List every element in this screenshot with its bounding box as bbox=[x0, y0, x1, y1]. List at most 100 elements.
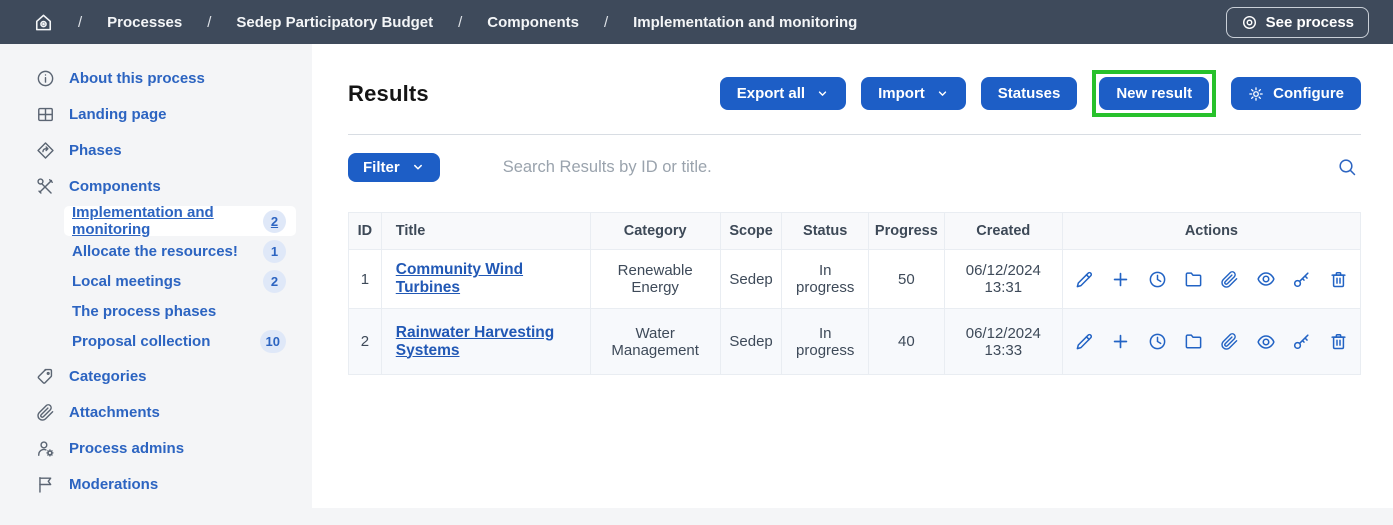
edit-pencil-icon[interactable] bbox=[1075, 332, 1095, 352]
sidebar-item-phases[interactable]: Phases bbox=[0, 132, 312, 168]
statuses-button[interactable]: Statuses bbox=[981, 77, 1078, 110]
cell-status: In progress bbox=[782, 309, 868, 375]
search-button[interactable] bbox=[1333, 157, 1361, 177]
phases-icon bbox=[36, 141, 55, 160]
chevron-down-icon bbox=[411, 160, 425, 174]
cell-status: In progress bbox=[782, 250, 868, 309]
cell-category: Water Management bbox=[590, 309, 720, 375]
eye-target-icon bbox=[1241, 14, 1258, 31]
sidebar-subitem-local-meetings[interactable]: Local meetings 2 bbox=[64, 266, 296, 296]
cell-created: 06/12/202413:33 bbox=[944, 309, 1062, 375]
permissions-key-icon[interactable] bbox=[1292, 332, 1312, 352]
sidebar-item-label: Attachments bbox=[69, 404, 160, 421]
breadcrumb-processes[interactable]: Processes bbox=[107, 14, 182, 31]
sidebar-item-label: Process admins bbox=[69, 440, 184, 457]
home-icon[interactable] bbox=[34, 13, 53, 32]
chevron-down-icon bbox=[816, 87, 829, 100]
subitem-label: Implementation and monitoring bbox=[72, 204, 263, 238]
cell-category: Renewable Energy bbox=[590, 250, 720, 309]
add-plus-icon[interactable] bbox=[1111, 332, 1131, 352]
sidebar-item-landing-page[interactable]: Landing page bbox=[0, 96, 312, 132]
preview-eye-icon[interactable] bbox=[1256, 332, 1276, 352]
app-window: / Processes / Sedep Participatory Budget… bbox=[0, 0, 1393, 525]
count-badge: 1 bbox=[263, 240, 286, 263]
add-plus-icon[interactable] bbox=[1111, 269, 1131, 289]
sidebar-subitem-proposal-collection[interactable]: Proposal collection 10 bbox=[64, 326, 296, 356]
sidebar-item-label: Phases bbox=[69, 142, 122, 159]
preview-eye-icon[interactable] bbox=[1256, 269, 1276, 289]
toolbar: Export all Import Statuses New result bbox=[720, 70, 1361, 117]
breadcrumb-current-component[interactable]: Implementation and monitoring bbox=[633, 14, 857, 31]
sidebar-item-about[interactable]: About this process bbox=[0, 60, 312, 96]
configure-button[interactable]: Configure bbox=[1231, 77, 1361, 110]
count-badge: 2 bbox=[263, 210, 286, 233]
column-header-progress: Progress bbox=[868, 213, 944, 250]
count-badge: 10 bbox=[260, 330, 286, 353]
cell-scope: Sedep bbox=[720, 309, 782, 375]
result-title-link[interactable]: Community Wind Turbines bbox=[396, 261, 523, 296]
subitem-label: Allocate the resources! bbox=[72, 243, 238, 260]
header-divider bbox=[348, 134, 1361, 135]
folder-icon[interactable] bbox=[1183, 332, 1203, 352]
cell-progress: 40 bbox=[868, 309, 944, 375]
sidebar-item-process-admins[interactable]: Process admins bbox=[0, 430, 312, 466]
sidebar-item-label: Landing page bbox=[69, 106, 167, 123]
import-label: Import bbox=[878, 85, 925, 102]
breadcrumb-components[interactable]: Components bbox=[487, 14, 579, 31]
breadcrumb-separator: / bbox=[78, 14, 82, 31]
cell-scope: Sedep bbox=[720, 250, 782, 309]
count-badge: 2 bbox=[263, 270, 286, 293]
column-header-actions: Actions bbox=[1062, 213, 1360, 250]
attachments-paperclip-icon[interactable] bbox=[1219, 332, 1239, 352]
result-title-link[interactable]: Rainwater Harvesting Systems bbox=[396, 324, 555, 359]
sidebar-subitem-allocate-the-resources[interactable]: Allocate the resources! 1 bbox=[64, 236, 296, 266]
timeline-clock-icon[interactable] bbox=[1147, 269, 1167, 289]
sidebar-item-label: Components bbox=[69, 178, 161, 195]
edit-pencil-icon[interactable] bbox=[1075, 269, 1095, 289]
timeline-clock-icon[interactable] bbox=[1147, 332, 1167, 352]
new-result-button[interactable]: New result bbox=[1099, 77, 1209, 110]
sidebar-item-moderations[interactable]: Moderations bbox=[0, 466, 312, 502]
table-row: 2 Rainwater Harvesting Systems Water Man… bbox=[349, 309, 1361, 375]
column-header-id: ID bbox=[349, 213, 382, 250]
sidebar-item-label: About this process bbox=[69, 70, 205, 87]
export-all-button[interactable]: Export all bbox=[720, 77, 846, 110]
cell-progress: 50 bbox=[868, 250, 944, 309]
sidebar-item-attachments[interactable]: Attachments bbox=[0, 394, 312, 430]
filter-button[interactable]: Filter bbox=[348, 153, 440, 182]
table-header-row: ID Title Category Scope Status Progress … bbox=[349, 213, 1361, 250]
see-process-button[interactable]: See process bbox=[1226, 7, 1369, 38]
cell-actions bbox=[1062, 250, 1360, 309]
components-tools-icon bbox=[36, 177, 55, 196]
search-input[interactable] bbox=[503, 158, 1333, 177]
subitem-label: Local meetings bbox=[72, 273, 181, 290]
folder-icon[interactable] bbox=[1183, 269, 1203, 289]
breadcrumb-process-name[interactable]: Sedep Participatory Budget bbox=[236, 14, 433, 31]
breadcrumb-separator: / bbox=[458, 14, 462, 31]
gear-icon bbox=[1248, 86, 1264, 102]
cell-id: 2 bbox=[349, 309, 382, 375]
permissions-key-icon[interactable] bbox=[1292, 269, 1312, 289]
components-sub-list: Implementation and monitoring 2 Allocate… bbox=[0, 204, 312, 358]
attachments-paperclip-icon[interactable] bbox=[1219, 269, 1239, 289]
sidebar-item-categories[interactable]: Categories bbox=[0, 358, 312, 394]
delete-trash-icon[interactable] bbox=[1328, 269, 1348, 289]
results-table: ID Title Category Scope Status Progress … bbox=[348, 212, 1361, 375]
page-title: Results bbox=[348, 81, 429, 107]
new-result-highlight-box: New result bbox=[1092, 70, 1216, 117]
import-button[interactable]: Import bbox=[861, 77, 966, 110]
search-icon bbox=[1337, 157, 1357, 177]
table-row: 1 Community Wind Turbines Renewable Ener… bbox=[349, 250, 1361, 309]
statuses-label: Statuses bbox=[998, 85, 1061, 102]
paperclip-icon bbox=[36, 403, 55, 422]
chevron-down-icon bbox=[936, 87, 949, 100]
column-header-category: Category bbox=[590, 213, 720, 250]
breadcrumb-separator: / bbox=[207, 14, 211, 31]
sidebar-item-label: Categories bbox=[69, 368, 147, 385]
sidebar-subitem-the-process-phases[interactable]: The process phases bbox=[64, 296, 296, 326]
cell-created: 06/12/202413:31 bbox=[944, 250, 1062, 309]
filter-label: Filter bbox=[363, 159, 400, 176]
sidebar-subitem-implementation-and-monitoring[interactable]: Implementation and monitoring 2 bbox=[64, 206, 296, 236]
sidebar-item-components[interactable]: Components bbox=[0, 168, 312, 204]
delete-trash-icon[interactable] bbox=[1328, 332, 1348, 352]
